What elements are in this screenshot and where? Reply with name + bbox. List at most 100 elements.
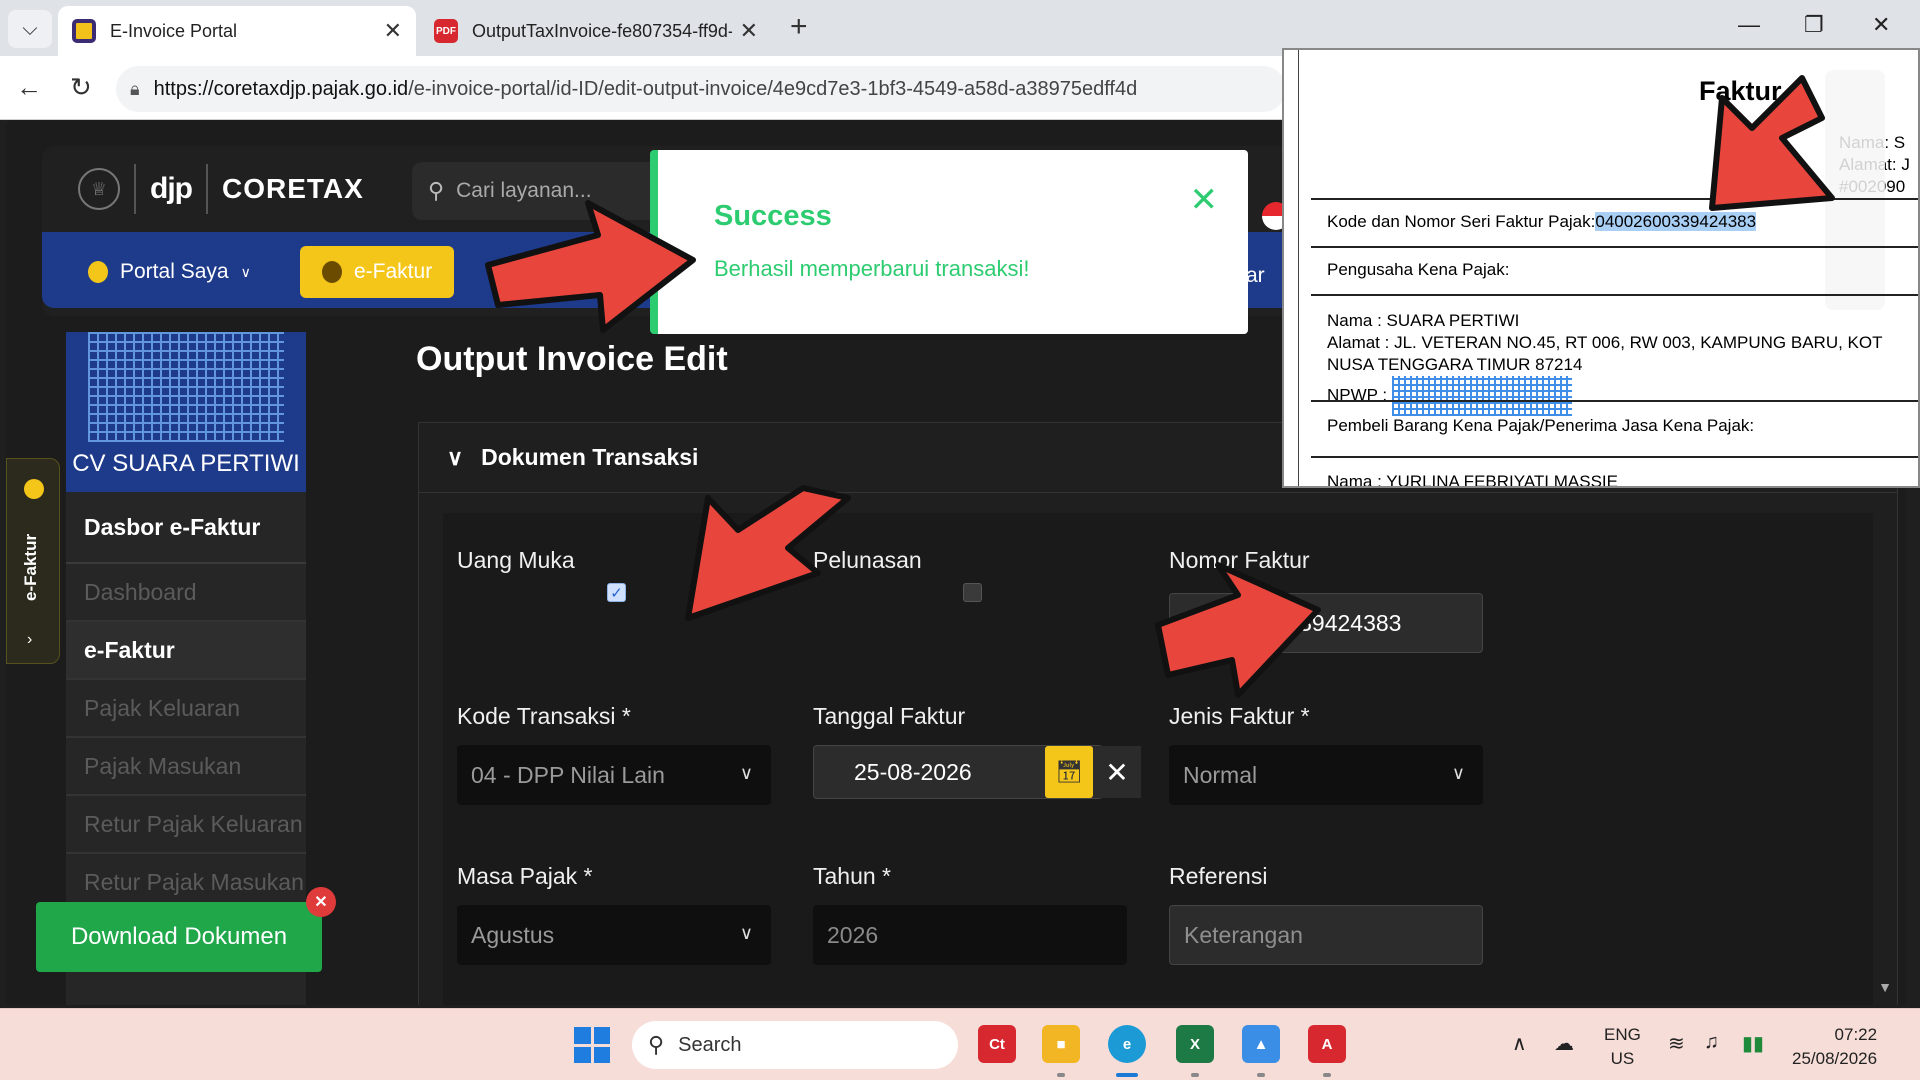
jenis-faktur-select[interactable]: Normal ∨ bbox=[1169, 745, 1483, 805]
uang-muka-checkbox[interactable]: ✓ bbox=[607, 583, 626, 602]
calendar-icon[interactable]: 📅︎ bbox=[1045, 746, 1093, 798]
annotation-arrow bbox=[485, 200, 696, 333]
lang-bottom: US bbox=[1610, 1049, 1635, 1068]
download-dokumen-button[interactable]: Download Dokumen bbox=[36, 902, 322, 972]
garuda-emblem-icon: ♕ bbox=[78, 168, 120, 210]
volume-icon[interactable]: ♫ bbox=[1704, 1031, 1719, 1054]
section-title: Dokumen Transaksi bbox=[481, 444, 699, 470]
pdf-pembeli-nama: Nama : YURLINA FEBRIYATI MASSIE bbox=[1311, 456, 1918, 486]
tab-e-invoice-portal[interactable]: E-Invoice Portal ✕ bbox=[58, 6, 416, 56]
annotation-arrow bbox=[685, 485, 851, 621]
coretax-logo[interactable]: CORETAX bbox=[222, 173, 364, 205]
menu-item-partial[interactable]: ar bbox=[1246, 264, 1265, 288]
side-tab-label: e-Faktur bbox=[21, 533, 40, 601]
battery-icon[interactable]: ▮▮ bbox=[1742, 1031, 1764, 1056]
dokumen-transaksi-panel: ∨ Dokumen Transaksi Uang Muka ✓ Pelunasa… bbox=[418, 422, 1898, 1005]
portal-favicon-icon bbox=[72, 19, 96, 43]
masa-pajak-label: Masa Pajak * bbox=[457, 863, 593, 889]
tab-close-icon[interactable]: ✕ bbox=[740, 18, 758, 44]
company-logo-pattern bbox=[88, 332, 284, 442]
scroll-down-icon[interactable]: ▼ bbox=[1878, 979, 1892, 995]
clear-date-icon[interactable]: ✕ bbox=[1093, 746, 1141, 798]
excel-icon[interactable]: X bbox=[1176, 1025, 1214, 1063]
chevron-down-icon: ∨ bbox=[447, 444, 464, 470]
dismiss-download-icon[interactable]: ✕ bbox=[306, 887, 336, 917]
tanggal-faktur-label: Tanggal Faktur bbox=[813, 703, 966, 729]
lock-icon: 🔒︎ bbox=[130, 78, 140, 99]
djp-logo[interactable]: djp bbox=[150, 172, 193, 206]
pdf-pengusaha-row: Pengusaha Kena Pajak: bbox=[1311, 246, 1918, 294]
annotation-arrow bbox=[1709, 75, 1835, 211]
check-icon: ✓ bbox=[610, 584, 623, 602]
pdf-pembeli-row: Pembeli Barang Kena Pajak/Penerima Jasa … bbox=[1311, 400, 1918, 456]
tab-output-tax-invoice[interactable]: PDF OutputTaxInvoice-fe807354-ff9d-4 ✕ bbox=[420, 6, 772, 56]
url-field[interactable]: 🔒︎ https://coretaxdjp.pajak.go.id/e-invo… bbox=[116, 66, 1286, 112]
photos-app-icon[interactable]: ▲ bbox=[1242, 1025, 1280, 1063]
sidebar-item-e-faktur[interactable]: e-Faktur bbox=[66, 622, 306, 680]
company-card: CV SUARA PERTIWI bbox=[66, 332, 306, 492]
kode-transaksi-select[interactable]: 04 - DPP Nilai Lain ∨ bbox=[457, 745, 771, 805]
efaktur-side-tab[interactable]: e-Faktur › bbox=[6, 458, 60, 664]
chevron-down-icon: ∨ bbox=[240, 263, 251, 280]
taskbar-search-label: Search bbox=[678, 1033, 742, 1056]
sidebar-item-retur-pajak-keluaran[interactable]: Retur Pajak Keluaran bbox=[66, 796, 306, 854]
tab-list-chevron-icon[interactable]: ⌵ bbox=[8, 10, 52, 48]
pdf-npwp-line: NPWP : bbox=[1327, 376, 1918, 416]
tab-close-icon[interactable]: ✕ bbox=[384, 18, 402, 44]
toast-title: Success bbox=[714, 200, 832, 232]
toast-message: Berhasil memperbarui transaksi! bbox=[714, 256, 1030, 281]
active-indicator bbox=[1116, 1073, 1138, 1077]
sidebar-item-dashboard[interactable]: Dashboard bbox=[66, 564, 306, 622]
windows-start-icon[interactable] bbox=[574, 1027, 610, 1063]
taskbar-search[interactable]: ⚲ Search bbox=[632, 1021, 958, 1069]
page-title: Output Invoice Edit bbox=[416, 340, 728, 378]
language-indicator[interactable]: ENG US bbox=[1604, 1023, 1641, 1071]
toast-close-icon[interactable]: ✕ bbox=[1190, 180, 1219, 220]
tahun-label: Tahun * bbox=[813, 863, 892, 889]
system-clock[interactable]: 07:22 25/08/2026 bbox=[1792, 1023, 1877, 1071]
pelunasan-checkbox[interactable] bbox=[963, 583, 982, 602]
annotation-arrow bbox=[1155, 562, 1321, 698]
sidebar-item-pajak-keluaran[interactable]: Pajak Keluaran bbox=[66, 680, 306, 738]
pdf-nama: Nama : SUARA PERTIWI bbox=[1327, 311, 1520, 330]
pdf-kode-label: Kode dan Nomor Seri Faktur Pajak: bbox=[1327, 212, 1596, 231]
tray-chevron-up-icon[interactable]: ∧ bbox=[1512, 1031, 1527, 1056]
windows-taskbar: ⚲ Search Ct ■ e X ▲ A ∧ ☁ ENG US ≋ ♫ ▮▮ … bbox=[0, 1008, 1920, 1080]
jenis-faktur-label: Jenis Faktur * bbox=[1169, 703, 1310, 729]
restore-icon[interactable]: ❐ bbox=[1804, 12, 1824, 38]
new-tab-plus-icon[interactable]: + bbox=[790, 10, 808, 44]
menu-portal-saya[interactable]: Portal Saya ∨ bbox=[66, 246, 273, 298]
search-icon: ⚲ bbox=[648, 1032, 665, 1057]
chevron-down-icon: ∨ bbox=[739, 763, 753, 783]
back-arrow-icon[interactable]: ← bbox=[16, 72, 42, 103]
referensi-label: Referensi bbox=[1169, 863, 1268, 889]
wifi-icon[interactable]: ≋ bbox=[1668, 1031, 1685, 1056]
lang-top: ENG bbox=[1604, 1025, 1641, 1044]
coretax-app-icon[interactable]: Ct bbox=[978, 1025, 1016, 1063]
file-explorer-icon[interactable]: ■ bbox=[1042, 1025, 1080, 1063]
edge-browser-icon[interactable]: e bbox=[1108, 1025, 1146, 1063]
sidebar-title: Dasbor e-Faktur bbox=[66, 492, 306, 564]
running-indicator bbox=[1257, 1073, 1265, 1077]
url-host: https://coretaxdjp.pajak.go.id bbox=[153, 77, 409, 100]
portal-coin-icon bbox=[88, 261, 108, 283]
window-close-icon[interactable]: ✕ bbox=[1872, 12, 1890, 38]
menu-label: e-Faktur bbox=[354, 260, 433, 283]
cloud-sync-icon[interactable]: ☁ bbox=[1554, 1031, 1574, 1056]
chevron-right-icon: › bbox=[27, 631, 33, 648]
success-toast: Success Berhasil memperbarui transaksi! … bbox=[650, 150, 1248, 334]
tab-label: OutputTaxInvoice-fe807354-ff9d-4 bbox=[472, 20, 732, 41]
chevron-down-icon: ∨ bbox=[739, 923, 753, 943]
sidebar-item-pajak-masukan[interactable]: Pajak Masukan bbox=[66, 738, 306, 796]
reload-icon[interactable]: ↻ bbox=[70, 72, 92, 103]
kode-transaksi-value: 04 - DPP Nilai Lain bbox=[471, 761, 665, 788]
tahun-field[interactable]: 2026 bbox=[813, 905, 1127, 965]
company-name: CV SUARA PERTIWI bbox=[72, 450, 300, 477]
efaktur-coin-icon bbox=[24, 479, 44, 499]
referensi-input[interactable]: Keterangan bbox=[1169, 905, 1483, 965]
minimize-icon[interactable]: — bbox=[1738, 12, 1760, 38]
menu-e-faktur[interactable]: e-Faktur bbox=[300, 246, 455, 298]
acrobat-reader-icon[interactable]: A bbox=[1308, 1025, 1346, 1063]
search-icon: ⚲ bbox=[428, 178, 445, 203]
masa-pajak-select[interactable]: Agustus ∨ bbox=[457, 905, 771, 965]
